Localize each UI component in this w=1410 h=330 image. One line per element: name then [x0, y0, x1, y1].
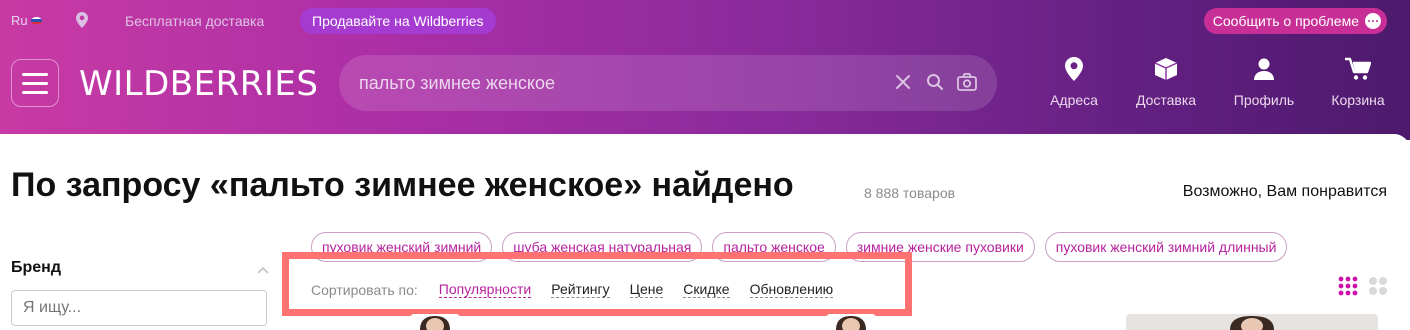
location-pin-icon	[1065, 57, 1083, 84]
nav-delivery-label: Доставка	[1135, 92, 1197, 108]
search-icon[interactable]	[926, 73, 944, 96]
nav-delivery[interactable]: Доставка	[1133, 58, 1199, 108]
nav-addresses[interactable]: Адреса	[1046, 57, 1102, 108]
search-bar	[339, 55, 997, 111]
grid-view-large-icon[interactable]	[1368, 276, 1388, 301]
site-logo[interactable]: WILDBERRIES	[79, 64, 318, 104]
cart-icon	[1345, 57, 1372, 84]
product-image[interactable]	[826, 314, 876, 330]
nav-cart-label: Корзина	[1331, 92, 1385, 108]
burger-line-icon	[22, 72, 48, 76]
recommendations-heading: Возможно, Вам понравится	[1182, 183, 1387, 200]
search-input[interactable]	[359, 55, 879, 111]
report-button-label: Сообщить о проблеме	[1212, 13, 1359, 29]
sort-option-updated[interactable]: Обновлению	[749, 281, 834, 298]
site-header: Ru Бесплатная доставка Продавайте на Wil…	[0, 0, 1410, 140]
menu-button[interactable]	[11, 59, 59, 107]
brand-search-input[interactable]	[11, 290, 267, 326]
suggested-search-tag[interactable]: пуховик женский зимний длинный	[1044, 232, 1288, 262]
nav-profile[interactable]: Профиль	[1232, 58, 1296, 108]
sort-option-price[interactable]: Цене	[629, 281, 664, 298]
nav-cart[interactable]: Корзина	[1328, 57, 1388, 108]
sort-option-rating[interactable]: Рейтингу	[551, 281, 610, 298]
camera-search-icon[interactable]	[957, 73, 977, 96]
russia-flag-icon	[30, 16, 42, 25]
user-icon	[1254, 58, 1274, 84]
report-problem-button[interactable]: Сообщить о проблеме	[1203, 8, 1387, 34]
chevron-up-icon[interactable]	[257, 261, 269, 279]
burger-line-icon	[22, 81, 48, 85]
chat-bubble-icon	[1365, 13, 1381, 29]
language-label: Ru	[11, 13, 28, 28]
sort-label: Сортировать по:	[311, 281, 418, 298]
top-bar: Ru Бесплатная доставка Продавайте на Wil…	[0, 0, 1410, 42]
sort-bar: Сортировать по: Популярности Рейтингу Це…	[311, 281, 853, 298]
sort-option-popularity[interactable]: Популярности	[438, 281, 532, 298]
sort-option-discount[interactable]: Скидке	[683, 281, 730, 298]
free-shipping-link[interactable]: Бесплатная доставка	[125, 13, 264, 29]
recommended-product-image[interactable]	[1126, 314, 1378, 330]
sell-on-wildberries-button[interactable]: Продавайте на Wildberries	[300, 8, 496, 34]
product-image[interactable]	[410, 314, 460, 330]
location-pin-icon[interactable]	[76, 12, 88, 33]
box-icon	[1154, 57, 1178, 84]
page-title: По запросу «пальто зимнее женское» найде…	[11, 166, 794, 204]
nav-addresses-label: Адреса	[1050, 92, 1098, 108]
grid-view-small-icon[interactable]	[1338, 276, 1358, 301]
burger-line-icon	[22, 90, 48, 94]
sell-button-label: Продавайте на Wildberries	[312, 13, 484, 29]
nav-profile-label: Профиль	[1233, 92, 1295, 108]
results-count: 8 888 товаров	[864, 185, 956, 201]
brand-filter-title: Бренд	[11, 259, 61, 276]
search-results-section: По запросу «пальто зимнее женское» найде…	[0, 134, 1410, 330]
clear-search-icon[interactable]	[895, 74, 911, 95]
language-switcher[interactable]: Ru	[11, 13, 42, 28]
